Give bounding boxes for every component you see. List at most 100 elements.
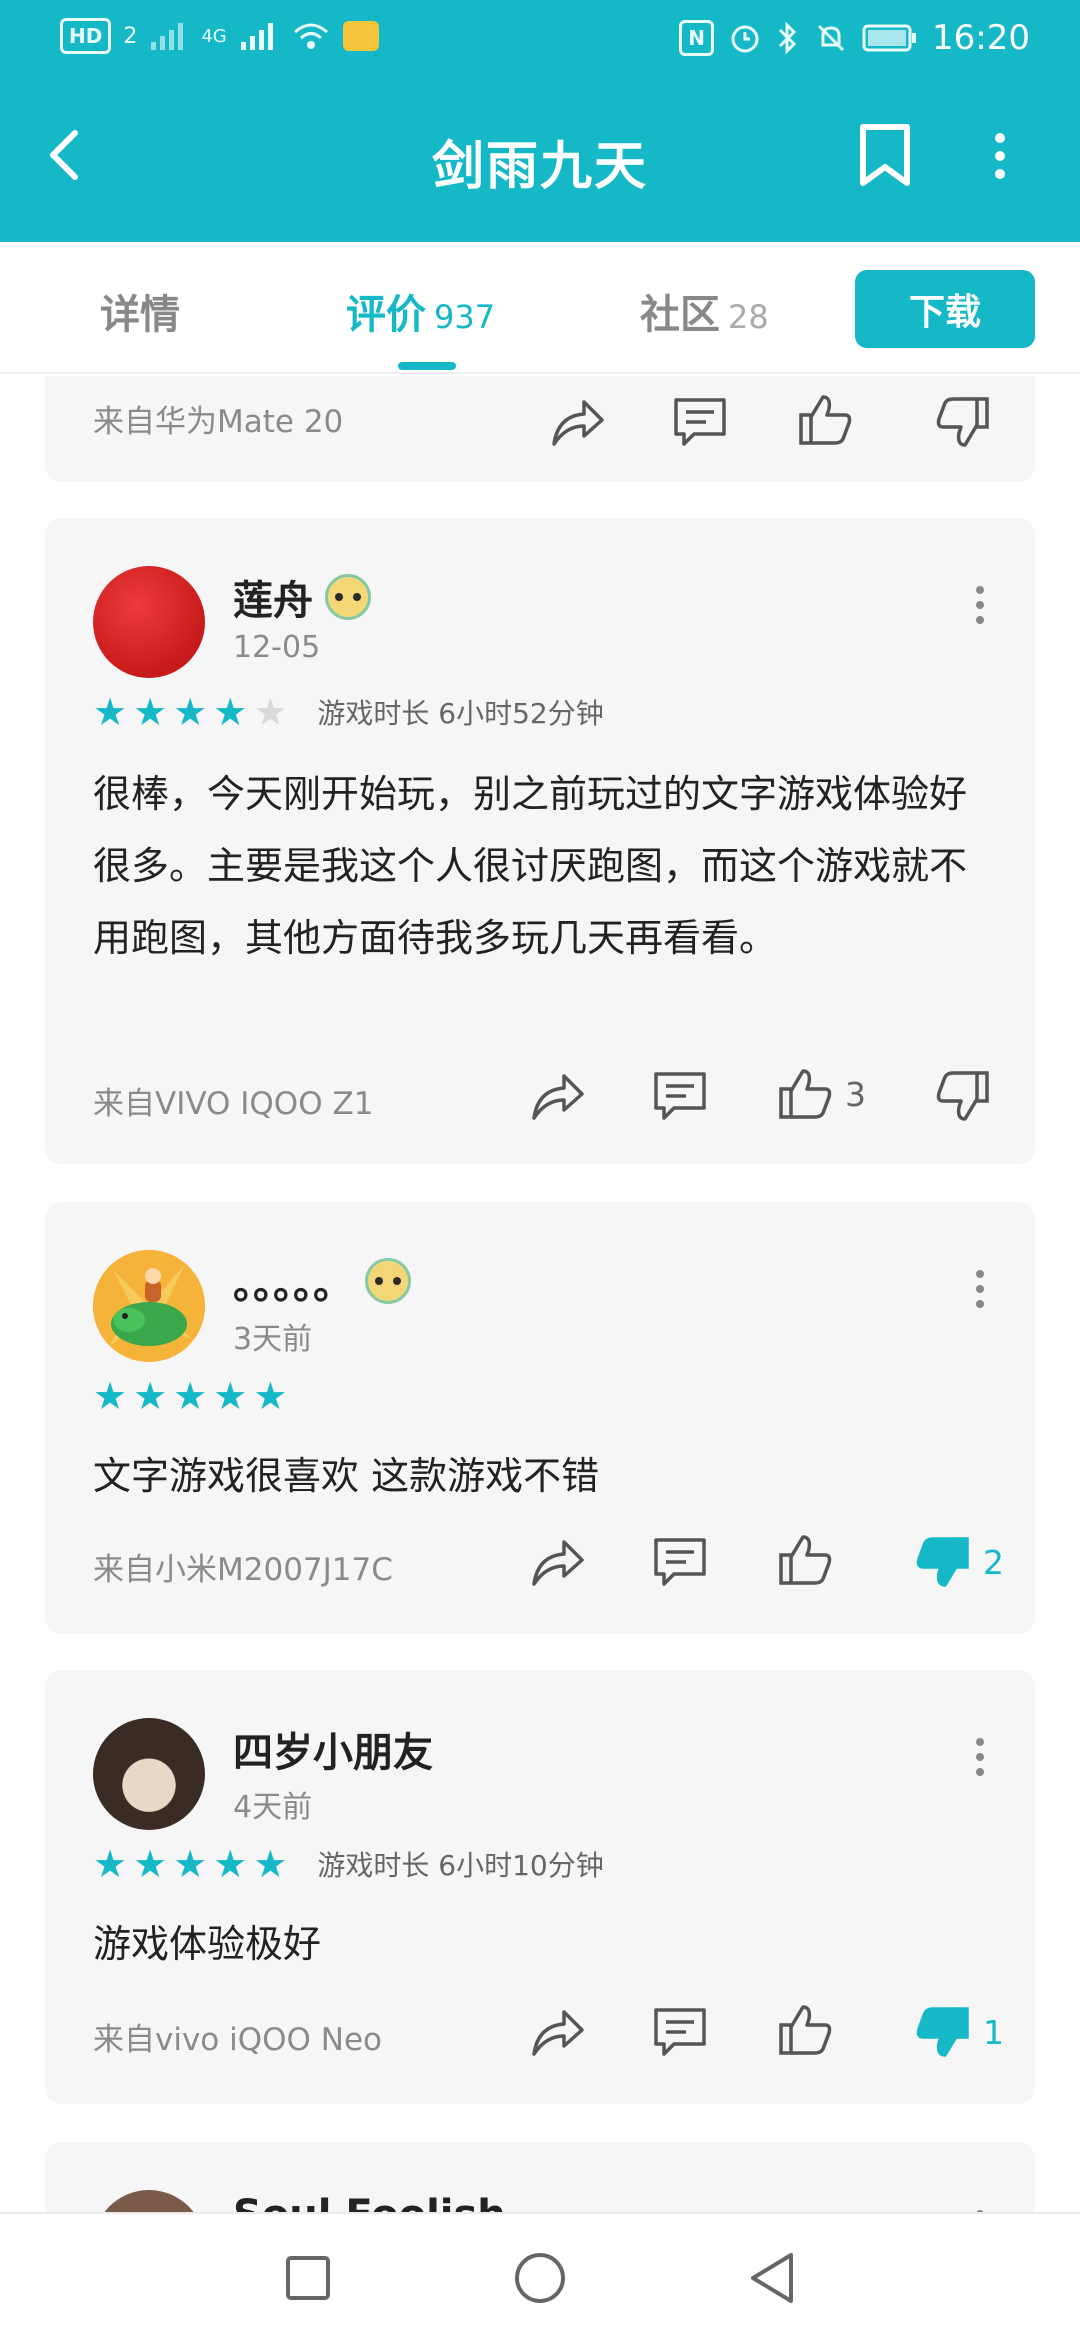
star-icon: ★ <box>93 1374 128 1418</box>
like-button[interactable] <box>777 2000 833 2060</box>
tab-bar: 详情 评价 937 社区 28 下载 <box>0 242 1080 374</box>
review-more-button[interactable] <box>965 1264 995 1314</box>
share-button[interactable] <box>530 2002 586 2062</box>
review-date: 12-05 <box>233 630 321 665</box>
avatar[interactable] <box>93 1718 205 1830</box>
device-label: 来自华为Mate 20 <box>93 404 344 440</box>
tab-community[interactable]: 社区 28 <box>640 282 769 340</box>
star-icon: ★ <box>133 1374 168 1418</box>
star-icon: ★ <box>133 1842 168 1886</box>
square-icon <box>286 2256 330 2300</box>
signal-icon <box>149 18 189 54</box>
bookmark-button[interactable] <box>850 118 920 194</box>
review-more-button[interactable] <box>965 1732 995 1782</box>
comment-button[interactable] <box>652 2002 708 2062</box>
comment-button[interactable] <box>652 1532 708 1592</box>
tab-reviews[interactable]: 评价 937 <box>346 282 495 340</box>
review-card: 莲舟 12-05 ★ ★ ★ ★ ★ 游戏时长 6小时52分钟 很棒，今天刚开始… <box>45 518 1035 1164</box>
star-icon: ★ <box>173 1374 208 1418</box>
tab-count: 937 <box>434 298 496 336</box>
system-navigation-bar <box>0 2212 1080 2340</box>
home-button[interactable] <box>504 2242 576 2314</box>
status-right: N 16:20 <box>679 18 1030 58</box>
thumbs-down-filled-icon <box>916 1537 969 1587</box>
thumbs-up-icon <box>799 395 852 445</box>
mail-notification-icon <box>342 21 379 51</box>
review-card-partial: Soul Foolish <box>45 2142 1035 2222</box>
star-icon: ★ <box>93 690 128 734</box>
dislike-button[interactable]: 2 <box>915 1532 1004 1592</box>
tab-details[interactable]: 详情 <box>100 282 180 340</box>
star-icon: ★ <box>213 1842 248 1886</box>
clock: 16:20 <box>932 18 1030 58</box>
review-card-partial: 来自华为Mate 20 <box>45 376 1035 482</box>
thumbs-down-icon <box>936 397 989 447</box>
dislike-count: 1 <box>983 2012 1004 2052</box>
back-nav-button[interactable] <box>736 2242 808 2314</box>
review-text[interactable]: 很棒，今天刚开始玩，别之前玩过的文字游戏体验好很多。主要是我这个人很讨厌跑图，而… <box>93 758 993 974</box>
dislike-count: 2 <box>983 1542 1004 1582</box>
star-icon: ★ <box>173 1842 208 1886</box>
dinosaur-avatar-icon <box>93 1250 205 1362</box>
comment-button[interactable] <box>672 392 728 452</box>
star-icon: ★ <box>253 1842 288 1886</box>
mute-icon <box>814 20 848 56</box>
share-button[interactable] <box>530 1532 586 1592</box>
review-date: 3天前 <box>233 1322 313 1357</box>
rating-stars: ★ ★ ★ ★ ★ <box>93 1376 287 1416</box>
more-options-button[interactable] <box>970 118 1030 194</box>
thumbs-down-filled-icon <box>916 2007 969 2057</box>
share-button[interactable] <box>530 1066 586 1126</box>
star-icon: ★ <box>133 690 168 734</box>
share-button[interactable] <box>550 392 606 452</box>
review-more-button[interactable] <box>965 580 995 630</box>
recents-button[interactable] <box>272 2242 344 2314</box>
tab-label: 社区 <box>640 292 720 338</box>
like-count: 3 <box>845 1074 866 1114</box>
username[interactable]: 四岁小朋友 <box>233 1720 433 1778</box>
dislike-button[interactable]: 1 <box>915 2002 1004 2062</box>
star-icon: ★ <box>213 690 248 734</box>
share-icon <box>552 400 604 446</box>
like-button[interactable] <box>797 390 853 450</box>
more-vertical-icon <box>995 133 1005 179</box>
tab-count: 28 <box>728 298 769 336</box>
comment-button[interactable] <box>652 1066 708 1126</box>
thumbs-up-icon <box>779 2005 832 2055</box>
like-button[interactable]: 3 <box>777 1064 866 1124</box>
active-tab-indicator <box>398 362 456 370</box>
wifi-icon <box>291 18 331 54</box>
review-text[interactable]: 文字游戏很喜欢 这款游戏不错 <box>93 1440 993 1512</box>
download-button[interactable]: 下载 <box>855 270 1035 348</box>
rating-stars: ★ ★ ★ ★ ★ 游戏时长 6小时10分钟 <box>93 1844 604 1884</box>
dislike-button[interactable] <box>935 1066 991 1126</box>
device-label: 来自vivo iQOO Neo <box>93 2022 383 2058</box>
avatar[interactable] <box>93 566 205 678</box>
signal-icon <box>239 18 279 54</box>
sim-number: 2 <box>123 23 138 49</box>
battery-icon <box>862 20 918 56</box>
star-icon: ★ <box>173 690 208 734</box>
username-text: 四岁小朋友 <box>233 1730 433 1776</box>
play-time: 游戏时长 6小时10分钟 <box>317 1849 604 1882</box>
user-badge-icon <box>325 574 371 620</box>
hd-indicator: HD <box>60 18 112 54</box>
username[interactable]: 。。。。。 <box>233 1252 411 1310</box>
avatar[interactable] <box>93 1250 205 1362</box>
play-time: 游戏时长 6小时52分钟 <box>317 697 604 730</box>
review-text[interactable]: 游戏体验极好 <box>93 1908 993 1980</box>
dislike-button[interactable] <box>935 392 991 452</box>
share-icon <box>532 2010 584 2056</box>
tab-label: 评价 <box>346 292 426 338</box>
title-bar: 剑雨九天 <box>0 90 1080 230</box>
status-bar: HD 2 4G N 16:20 <box>0 0 1080 72</box>
tab-label: 详情 <box>100 292 180 338</box>
status-left: HD 2 4G <box>60 18 379 54</box>
username-text: 。。。。。 <box>233 1262 353 1308</box>
username[interactable]: 莲舟 <box>233 568 371 626</box>
comment-icon <box>674 398 726 446</box>
review-card: 。。。。。 3天前 ★ ★ ★ ★ ★ 文字游戏很喜欢 这款游戏不错 来自小米M… <box>45 1202 1035 1634</box>
bookmark-icon <box>860 124 910 186</box>
thumbs-up-icon <box>779 1535 832 1585</box>
like-button[interactable] <box>777 1530 833 1590</box>
